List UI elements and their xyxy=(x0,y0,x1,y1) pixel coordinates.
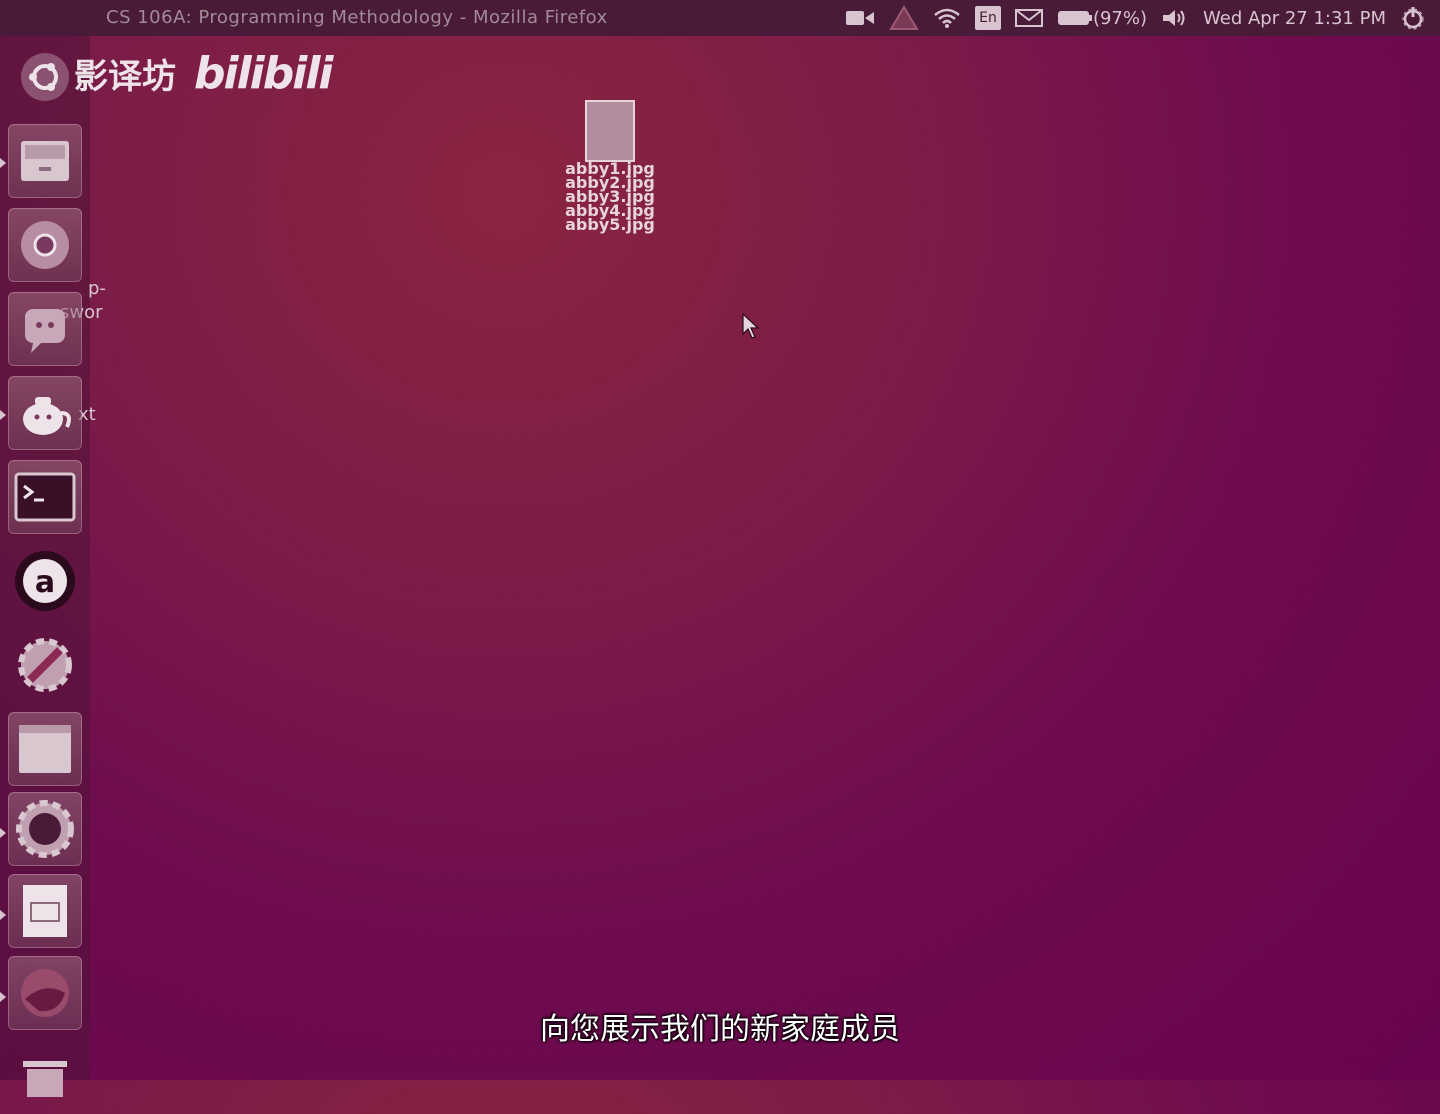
window-title: CS 106A: Programming Methodology - Mozil… xyxy=(106,7,608,28)
file-cabinet-icon xyxy=(21,141,69,181)
watermark-studio: 影译坊 xyxy=(74,57,176,97)
desktop-label-fragment: p- xyxy=(88,278,106,299)
keyboard-layout-indicator[interactable]: En xyxy=(974,0,1001,36)
chat-icon xyxy=(25,309,65,353)
launcher-gedit[interactable] xyxy=(8,376,82,450)
running-indicator xyxy=(0,828,6,838)
battery-icon xyxy=(1057,11,1092,25)
video-subtitle: 向您展示我们的新家庭成员 xyxy=(540,1012,900,1047)
launcher-files[interactable] xyxy=(8,124,82,198)
bilibili-watermark: 影译坊 bilibili xyxy=(74,48,333,99)
camera-icon[interactable] xyxy=(845,0,875,36)
launcher-amazon[interactable]: a xyxy=(8,544,82,618)
language-label: En xyxy=(974,6,1001,30)
running-indicator xyxy=(0,410,6,420)
window-icon xyxy=(19,725,71,773)
launcher-trash[interactable] xyxy=(8,1040,82,1114)
launcher-presentation[interactable] xyxy=(8,874,82,948)
running-indicator xyxy=(0,992,6,1002)
launcher-ubuntu-dash[interactable] xyxy=(8,40,82,114)
watermark-brand: bilibili xyxy=(194,48,333,99)
wifi-icon[interactable] xyxy=(933,0,961,36)
top-panel: CS 106A: Programming Methodology - Mozil… xyxy=(0,0,1440,36)
settings-icon xyxy=(18,638,72,692)
running-indicator xyxy=(0,910,6,920)
slides-icon xyxy=(23,885,67,937)
mouse-cursor-icon xyxy=(742,313,760,339)
indicator-area: En (97%) Wed Apr 27 1:31 PM xyxy=(845,0,1440,36)
clock[interactable]: Wed Apr 27 1:31 PM xyxy=(1203,0,1386,36)
volume-icon[interactable] xyxy=(1161,0,1189,36)
gear-ide-icon xyxy=(16,800,74,858)
terminal-icon xyxy=(14,472,76,522)
launcher: p- swor xt a xyxy=(0,36,106,1097)
battery-percentage: (97%) xyxy=(1092,7,1148,29)
running-indicator xyxy=(0,158,6,168)
amazon-icon: a xyxy=(15,551,75,611)
image-thumbnail-icon xyxy=(585,100,635,162)
trash-icon xyxy=(23,1061,67,1097)
launcher-system-settings[interactable] xyxy=(8,628,82,702)
launcher-blank-app[interactable] xyxy=(8,712,82,786)
ubuntu-logo-icon xyxy=(21,53,69,101)
teapot-icon xyxy=(23,397,71,435)
clock-text: Wed Apr 27 1:31 PM xyxy=(1203,7,1386,29)
launcher-eclipse-ide[interactable] xyxy=(8,792,82,866)
file-label: abby5.jpg xyxy=(565,215,655,234)
power-icon[interactable] xyxy=(1400,0,1426,36)
battery-indicator[interactable]: (97%) xyxy=(1057,0,1147,36)
launcher-chrome[interactable] xyxy=(8,208,82,282)
alert-icon[interactable] xyxy=(889,0,919,36)
mail-icon[interactable] xyxy=(1014,0,1043,36)
launcher-terminal[interactable] xyxy=(8,460,82,534)
svg-text:a: a xyxy=(35,565,55,600)
launcher-pidgin[interactable] xyxy=(8,292,82,366)
chrome-icon xyxy=(21,221,69,269)
